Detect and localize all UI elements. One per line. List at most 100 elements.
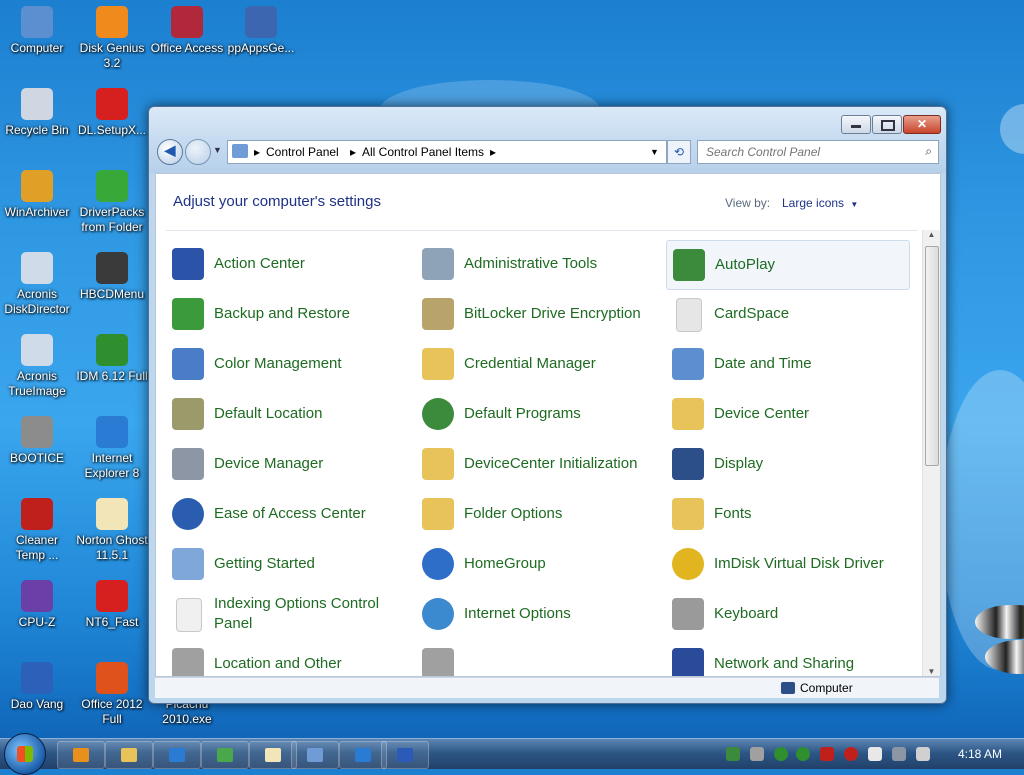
scrollbar-thumb[interactable] — [925, 246, 939, 466]
control-panel-item-label[interactable]: AutoPlay — [715, 241, 905, 289]
taskbar-button-app-tools[interactable] — [201, 741, 249, 769]
control-panel-item[interactable]: CardSpace — [666, 290, 908, 338]
control-panel-item[interactable]: Device Center — [666, 390, 908, 438]
desktop-icon[interactable]: WinArchiver — [0, 170, 74, 220]
control-panel-item-label[interactable]: Folder Options — [464, 490, 654, 538]
scroll-up-arrow[interactable]: ▲ — [923, 230, 940, 239]
control-panel-item[interactable]: Device Manager — [166, 440, 408, 488]
control-panel-item-label[interactable]: Internet Options — [464, 590, 654, 638]
forward-button[interactable] — [185, 139, 211, 165]
control-panel-item-label[interactable]: BitLocker Drive Encryption — [464, 290, 654, 338]
taskbar-button-word[interactable] — [381, 741, 429, 769]
maximize-button[interactable] — [872, 115, 902, 134]
desktop-icon[interactable]: Acronis TrueImage — [0, 334, 74, 399]
control-panel-item[interactable]: Backup and Restore — [166, 290, 408, 338]
tray-tools-icon[interactable] — [820, 747, 834, 761]
taskbar-button-media-player[interactable] — [57, 741, 105, 769]
control-panel-item[interactable]: Ease of Access Center — [166, 490, 408, 538]
control-panel-item[interactable]: Display — [666, 440, 908, 488]
control-panel-item[interactable]: Action Center — [166, 240, 408, 288]
vertical-scrollbar[interactable]: ▲ ▼ — [922, 230, 940, 676]
address-bar[interactable]: ▸ Control Panel ▸ All Control Panel Item… — [227, 140, 667, 164]
control-panel-item-label[interactable]: Network and Sharing — [714, 640, 904, 676]
refresh-button[interactable]: ⟲ — [667, 140, 691, 164]
close-button[interactable]: ✕ — [903, 115, 941, 134]
tray-network-icon[interactable] — [726, 747, 740, 761]
control-panel-item-label[interactable]: Display — [714, 440, 904, 488]
taskbar-button-norton-ghost[interactable] — [249, 741, 297, 769]
control-panel-window[interactable]: ✕ ◀ ▼ ▸ Control Panel ▸ All Control Pane… — [148, 106, 947, 704]
control-panel-item-label[interactable] — [464, 640, 654, 676]
control-panel-item-label[interactable]: Administrative Tools — [464, 240, 654, 288]
desktop-icon[interactable]: DriverPacks from Folder — [75, 170, 149, 235]
control-panel-item-label[interactable]: Action Center — [214, 240, 404, 288]
control-panel-item[interactable]: Date and Time — [666, 340, 908, 388]
taskbar-button-internet-explorer-2[interactable] — [339, 741, 387, 769]
address-dropdown-icon[interactable]: ▼ — [650, 147, 659, 157]
desktop-icon[interactable]: Computer — [0, 6, 74, 56]
desktop-icon[interactable]: NT6_Fast — [75, 580, 149, 630]
control-panel-item-label[interactable]: Ease of Access Center — [214, 490, 404, 538]
search-box[interactable]: ⌕ — [697, 140, 939, 164]
control-panel-item-label[interactable]: Credential Manager — [464, 340, 654, 388]
control-panel-item-label[interactable]: Location and Other — [214, 640, 404, 676]
recent-pages-dropdown[interactable]: ▼ — [213, 145, 222, 155]
tray-usb-icon[interactable] — [750, 747, 764, 761]
tray-media-icon[interactable] — [796, 747, 810, 761]
desktop-icon[interactable]: Office Access — [150, 6, 224, 56]
control-panel-item-label[interactable]: Backup and Restore — [214, 290, 404, 338]
tray-monitor-icon[interactable] — [892, 747, 906, 761]
desktop-icon[interactable]: Disk Genius 3.2 — [75, 6, 149, 71]
taskbar-button-internet-explorer[interactable] — [153, 741, 201, 769]
breadcrumb-all-items[interactable]: All Control Panel Items — [362, 145, 484, 159]
clock[interactable]: 4:18 AM — [958, 747, 1002, 761]
scroll-down-arrow[interactable]: ▼ — [923, 667, 940, 676]
control-panel-item-label[interactable]: Keyboard — [714, 590, 904, 638]
control-panel-item[interactable]: Keyboard — [666, 590, 908, 638]
control-panel-item[interactable] — [416, 640, 658, 676]
control-panel-item[interactable]: Administrative Tools — [416, 240, 658, 288]
control-panel-item[interactable]: Location and Other — [166, 640, 408, 676]
control-panel-item[interactable]: Getting Started — [166, 540, 408, 588]
desktop-icon[interactable]: Acronis DiskDirector — [0, 252, 74, 317]
control-panel-item-label[interactable]: Date and Time — [714, 340, 904, 388]
desktop-icon[interactable]: IDM 6.12 Full — [75, 334, 149, 384]
control-panel-item[interactable]: Fonts — [666, 490, 908, 538]
desktop-icon[interactable]: HBCDMenu — [75, 252, 149, 302]
control-panel-item[interactable]: Default Location — [166, 390, 408, 438]
desktop-icon[interactable]: Office 2012 Full — [75, 662, 149, 727]
control-panel-item-label[interactable]: Color Management — [214, 340, 404, 388]
control-panel-item[interactable]: Indexing Options Control Panel — [166, 590, 408, 638]
control-panel-item[interactable]: ImDisk Virtual Disk Driver — [666, 540, 908, 588]
desktop-icon[interactable]: Internet Explorer 8 — [75, 416, 149, 481]
control-panel-item[interactable]: Folder Options — [416, 490, 658, 538]
control-panel-item-label[interactable]: DeviceCenter Initialization — [464, 440, 654, 488]
tray-volume-icon[interactable] — [916, 747, 930, 761]
control-panel-item-label[interactable]: Device Center — [714, 390, 904, 438]
desktop-icon[interactable]: Norton Ghost 11.5.1 — [75, 498, 149, 563]
taskbar-button-explorer[interactable] — [105, 741, 153, 769]
tray-flag-icon[interactable] — [868, 747, 882, 761]
control-panel-item[interactable]: AutoPlay — [666, 240, 910, 290]
control-panel-item-label[interactable]: HomeGroup — [464, 540, 654, 588]
breadcrumb-control-panel[interactable]: Control Panel — [266, 145, 339, 159]
control-panel-item-label[interactable]: Getting Started — [214, 540, 404, 588]
tray-security-icon[interactable] — [774, 747, 788, 761]
control-panel-item-label[interactable]: Default Programs — [464, 390, 654, 438]
control-panel-item[interactable]: HomeGroup — [416, 540, 658, 588]
desktop-icon[interactable]: Cleaner Temp ... — [0, 498, 74, 563]
search-input[interactable] — [704, 144, 908, 160]
back-button[interactable]: ◀ — [157, 139, 183, 165]
search-icon[interactable]: ⌕ — [925, 144, 932, 159]
control-panel-item-label[interactable]: Default Location — [214, 390, 404, 438]
control-panel-item[interactable]: Credential Manager — [416, 340, 658, 388]
desktop-icon[interactable]: Dao Vang — [0, 662, 74, 712]
desktop-icon[interactable]: BOOTICE — [0, 416, 74, 466]
control-panel-item-label[interactable]: Fonts — [714, 490, 904, 538]
control-panel-item[interactable]: Internet Options — [416, 590, 658, 638]
tray-antivirus-icon[interactable] — [844, 747, 858, 761]
control-panel-item[interactable]: Default Programs — [416, 390, 658, 438]
control-panel-item-label[interactable]: ImDisk Virtual Disk Driver — [714, 540, 904, 588]
desktop-icon[interactable]: CPU-Z — [0, 580, 74, 630]
desktop-icon[interactable]: ppAppsGe... — [224, 6, 298, 56]
